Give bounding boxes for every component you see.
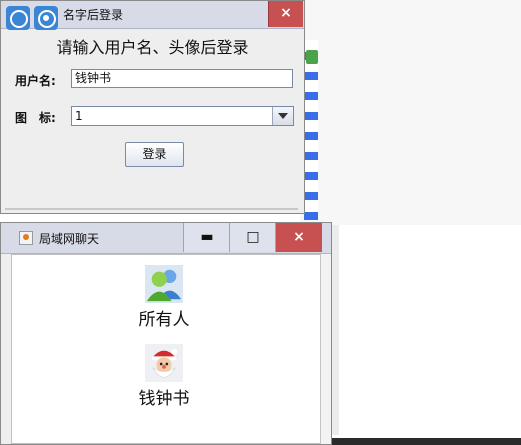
user-list: 所有人 钱钟书 bbox=[11, 254, 321, 444]
background-area bbox=[330, 225, 521, 435]
icon-select[interactable]: 1 bbox=[71, 106, 294, 126]
user-name-qianzhongshu[interactable]: 钱钟书 bbox=[124, 384, 204, 409]
divider bbox=[5, 208, 298, 210]
background-window-edge bbox=[304, 40, 318, 220]
icon-label: 图 标: bbox=[15, 111, 56, 125]
login-heading: 请输入用户名、头像后登录 bbox=[56, 38, 249, 57]
username-label: 用户名: bbox=[15, 74, 56, 88]
background-tab bbox=[306, 50, 318, 64]
maximize-button[interactable]: □ bbox=[229, 223, 276, 252]
santa-avatar-icon[interactable] bbox=[145, 344, 183, 382]
eye-pupil-icon bbox=[43, 15, 49, 21]
overlay-eye-icon[interactable] bbox=[34, 6, 58, 30]
chat-window: 局域网聊天 ▬ □ × 所有人 钱钟书 bbox=[0, 222, 332, 445]
chevron-down-icon[interactable] bbox=[272, 107, 293, 125]
at-ring-icon bbox=[10, 10, 28, 28]
chat-title: 局域网聊天 bbox=[39, 232, 100, 246]
user-name-all[interactable]: 所有人 bbox=[124, 305, 204, 330]
java-app-icon bbox=[19, 231, 33, 245]
login-dialog: 名字后登录 × 请输入用户名、头像后登录 用户名: 钱钟书 图 标: 1 登录 bbox=[0, 0, 305, 214]
group-icon[interactable] bbox=[145, 265, 183, 303]
username-input[interactable]: 钱钟书 bbox=[71, 69, 293, 88]
overlay-at-icon[interactable] bbox=[6, 6, 30, 30]
login-title: 名字后登录 bbox=[63, 8, 124, 22]
login-button[interactable]: 登录 bbox=[125, 142, 184, 167]
chat-titlebar[interactable]: 局域网聊天 ▬ □ × bbox=[1, 223, 331, 254]
chat-scrollbar[interactable] bbox=[320, 254, 331, 444]
chat-close-button[interactable]: × bbox=[275, 223, 322, 252]
icon-select-value: 1 bbox=[75, 109, 83, 123]
minimize-button[interactable]: ▬ bbox=[183, 223, 230, 252]
login-close-button[interactable]: × bbox=[268, 1, 303, 27]
user-list-inner: 所有人 钱钟书 bbox=[12, 255, 320, 443]
background-window bbox=[300, 0, 521, 225]
